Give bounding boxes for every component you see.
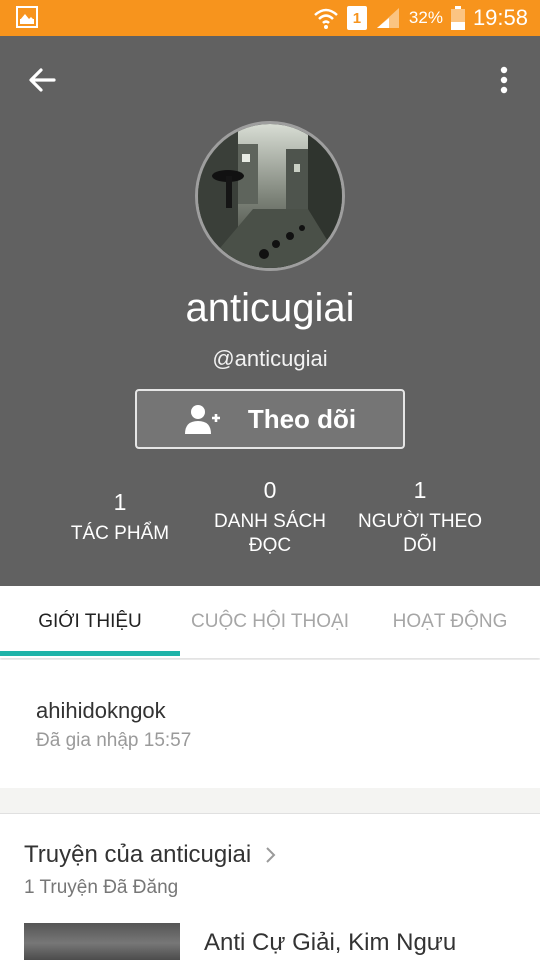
story-cover-image[interactable] bbox=[24, 923, 180, 960]
gallery-notification-icon bbox=[16, 6, 38, 28]
follow-button[interactable]: Theo dõi bbox=[135, 389, 405, 449]
profile-tabs: GIỚI THIỆU CUỘC HỘI THOẠI HOẠT ĐỘNG bbox=[0, 586, 540, 658]
avatar[interactable] bbox=[195, 121, 345, 271]
joined-date: Đã gia nhập 15:57 bbox=[36, 730, 192, 751]
chevron-right-icon bbox=[266, 847, 276, 863]
more-options-icon[interactable] bbox=[496, 62, 512, 98]
tab-activity[interactable]: HOẠT ĐỘNG bbox=[360, 586, 540, 658]
clock: 19:58 bbox=[472, 5, 528, 30]
about-description: ahihidokngok bbox=[36, 698, 166, 723]
profile-handle: @anticugiai bbox=[212, 346, 328, 371]
story-title[interactable]: Anti Cự Giải, Kim Ngưu bbox=[204, 929, 456, 957]
wifi-icon bbox=[314, 8, 338, 29]
battery-percent: 32% bbox=[408, 8, 443, 27]
profile-header: anticugiai @anticugiai Theo dõi 1 TÁC PH… bbox=[0, 36, 540, 586]
stories-section: Truyện của anticugiai 1 Truyện Đã Đăng A… bbox=[0, 815, 540, 960]
stat-works[interactable]: 1 TÁC PHẨM bbox=[45, 489, 195, 546]
stories-header-link[interactable]: Truyện của anticugiai bbox=[24, 841, 277, 869]
stat-followers[interactable]: 1 NGƯỜI THEO DÕI bbox=[355, 477, 485, 558]
add-person-icon bbox=[184, 405, 220, 434]
battery-icon bbox=[450, 6, 465, 30]
stat-reading-lists-label: DANH SÁCH ĐỌC bbox=[214, 511, 326, 556]
tab-about[interactable]: GIỚI THIỆU bbox=[0, 586, 180, 658]
about-section: ahihidokngok Đã gia nhập 15:57 bbox=[0, 660, 540, 788]
follow-button-label: Theo dõi bbox=[247, 403, 357, 434]
avatar-image bbox=[198, 124, 342, 268]
profile-name: anticugiai bbox=[185, 286, 355, 330]
sim-indicator: 1 bbox=[346, 6, 367, 30]
stat-followers-value: 1 bbox=[413, 477, 427, 503]
tab-conversations[interactable]: CUỘC HỘI THOẠI bbox=[180, 586, 360, 658]
stat-reading-lists-value: 0 bbox=[263, 477, 277, 503]
section-divider bbox=[0, 788, 540, 814]
stat-works-value: 1 bbox=[113, 489, 127, 515]
signal-icon bbox=[376, 8, 399, 28]
stat-followers-label: NGƯỜI THEO DÕI bbox=[357, 511, 482, 556]
status-bar: 1 32% 19:58 bbox=[0, 0, 540, 36]
stat-reading-lists[interactable]: 0 DANH SÁCH ĐỌC bbox=[200, 477, 340, 558]
active-tab-indicator bbox=[0, 651, 180, 656]
back-arrow-icon[interactable] bbox=[24, 62, 60, 98]
stat-works-label: TÁC PHẨM bbox=[70, 523, 170, 544]
stories-title: Truyện của anticugiai bbox=[24, 841, 252, 868]
stories-count: 1 Truyện Đã Đăng bbox=[24, 877, 179, 898]
